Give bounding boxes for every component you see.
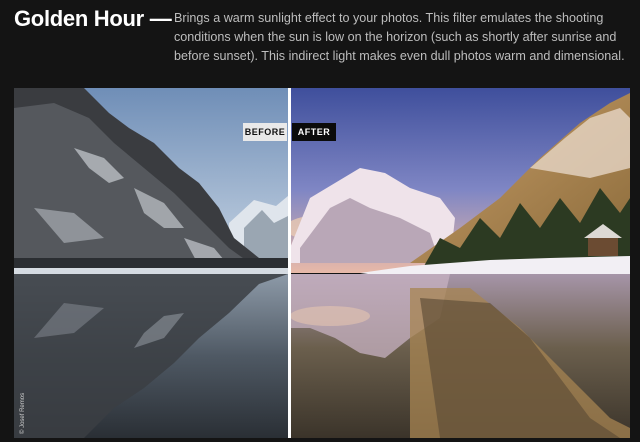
filter-description: Brings a warm sunlight effect to your ph… [174,11,625,63]
filter-title: Golden Hour — [14,6,172,31]
after-photo [290,88,630,438]
photo-credit: © Josef Remos [14,378,28,438]
after-label: AFTER [292,123,336,141]
page: Golden Hour — Brings a warm sunlight eff… [0,0,640,442]
before-label: BEFORE [243,123,287,141]
before-after-comparison[interactable]: BEFORE AFTER © Josef Remos [14,88,630,438]
photo-credit-text: © Josef Remos [20,392,26,434]
comparison-divider-handle[interactable] [288,88,291,438]
